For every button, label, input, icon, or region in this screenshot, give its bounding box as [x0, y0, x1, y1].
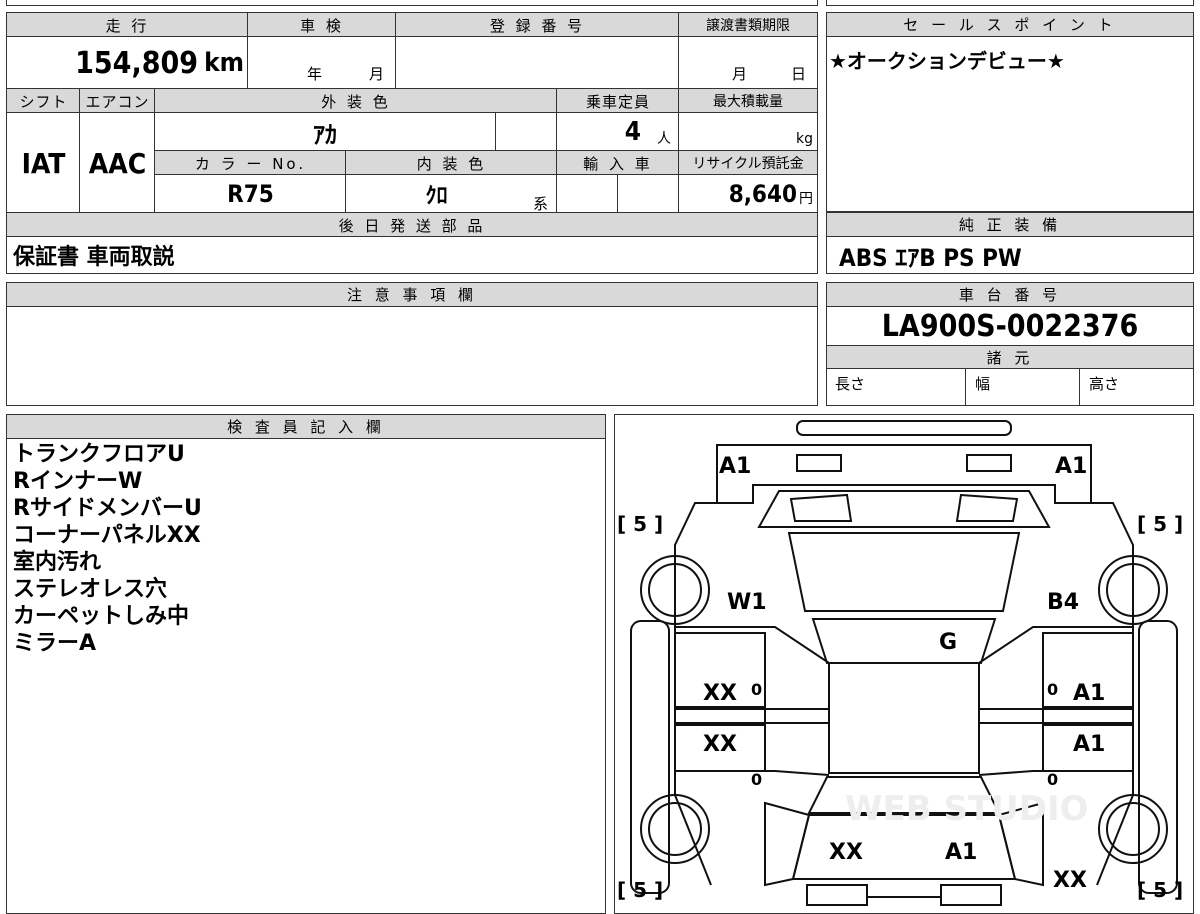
inspector-line: RインナーW — [13, 469, 143, 494]
spec-length: 長さ — [835, 375, 866, 393]
recycle-label: リサイクル預託金 — [679, 151, 817, 175]
spec-height: 高さ — [1089, 375, 1120, 393]
later-shipping-value: 保証書 車両取説 — [13, 245, 175, 270]
capacity-value-cell: 4 人 — [557, 113, 679, 151]
recycle-value-cell: 8,640 円 — [679, 175, 817, 213]
inspector-label: 検 査 員 記 入 欄 — [7, 415, 605, 439]
mark-rear-center-left: XX — [829, 840, 863, 865]
mark-rear-right-corner: XX — [1053, 868, 1087, 893]
exterior-color-value: ｱｶ — [313, 120, 337, 149]
mileage-label: 走 行 — [7, 13, 248, 37]
interior-color-value: ｸﾛ — [425, 184, 448, 209]
mark-front-right: A1 — [1055, 454, 1087, 479]
mark-tire-fr: [ 5 ] — [1137, 512, 1183, 536]
capacity-unit: 人 — [657, 131, 671, 147]
car-diagram: WEB STUDIO A1 A1 [ 5 ] [ 5 ] W1 B4 G XX … — [617, 420, 1183, 906]
notes-label: 注 意 事 項 欄 — [7, 283, 817, 307]
genuine-equipment-panel: 純 正 装 備 ABS ｴｱB PS PW — [826, 212, 1194, 274]
mileage-unit: km — [204, 48, 244, 78]
top-cropped-strip — [6, 0, 818, 6]
genuine-equipment-label: 純 正 装 備 — [827, 213, 1193, 237]
mark-left-fender: W1 — [727, 590, 767, 615]
mileage-value-cell: 154,809 km — [7, 37, 248, 89]
mileage-value: 154,809 — [75, 45, 199, 81]
inspector-line: 室内汚れ — [13, 550, 102, 575]
mark-tire-fl: [ 5 ] — [617, 512, 663, 536]
inspector-line: トランクフロアU — [13, 442, 185, 467]
color-no-label: カ ラ ー No. — [155, 151, 346, 175]
transfer-day: 日 — [791, 65, 807, 83]
mark-rear-door-left: XX — [703, 732, 737, 757]
mark-front-door-right-zero: 0 — [1047, 680, 1058, 699]
import-label: 輸 入 車 — [557, 151, 679, 175]
genuine-equipment-value: ABS ｴｱB PS PW — [839, 243, 1022, 272]
inspector-lines: トランクフロアU RインナーW RサイドメンバーU コーナーパネルXX 室内汚れ… — [13, 441, 202, 657]
inspection-month: 月 — [369, 65, 385, 83]
mark-right-fender: B4 — [1047, 590, 1079, 615]
watermark: WEB STUDIO — [845, 789, 1089, 829]
inspector-line: RサイドメンバーU — [13, 496, 202, 521]
notes-panel: 注 意 事 項 欄 — [6, 282, 818, 406]
capacity-value: 4 — [624, 117, 641, 147]
later-shipping-label: 後 日 発 送 部 品 — [7, 213, 817, 237]
transfer-month: 月 — [732, 65, 748, 83]
spec-width: 幅 — [975, 375, 991, 393]
sales-point-value: ★オークションデビュー★ — [829, 49, 1065, 73]
mark-rear-door-left-zero: 0 — [751, 770, 762, 789]
interior-color-suffix: 系 — [533, 195, 549, 213]
sales-point-panel: セ ー ル ス ポ イ ン ト ★オークションデビュー★ — [826, 12, 1194, 212]
chassis-label: 車 台 番 号 — [827, 283, 1193, 307]
max-load-label: 最大積載量 — [679, 89, 817, 113]
mark-rear-door-right: A1 — [1073, 732, 1105, 757]
recycle-value: 8,640 — [728, 180, 797, 208]
inspector-line: カーペットしみ中 — [13, 604, 190, 629]
recycle-unit: 円 — [799, 191, 813, 207]
inspection-label: 車 検 — [248, 13, 396, 37]
car-diagram-panel: WEB STUDIO A1 A1 [ 5 ] [ 5 ] W1 B4 G XX … — [614, 414, 1194, 914]
sales-point-label: セ ー ル ス ポ イ ン ト — [827, 13, 1193, 37]
max-load-unit: kg — [796, 131, 813, 147]
mark-tire-rr: [ 5 ] — [1137, 878, 1183, 902]
shift-label: シフト — [7, 89, 80, 113]
color-no-value: R75 — [227, 180, 274, 208]
mark-rear-center-right: A1 — [945, 840, 977, 865]
inspector-panel: 検 査 員 記 入 欄 トランクフロアU RインナーW RサイドメンバーU コー… — [6, 414, 606, 914]
inspection-year: 年 — [307, 65, 323, 83]
mark-rear-door-right-zero: 0 — [1047, 770, 1058, 789]
inspector-line: コーナーパネルXX — [13, 523, 201, 548]
mark-tire-rl: [ 5 ] — [617, 878, 663, 902]
transfer-deadline-label: 譲渡書類期限 — [679, 13, 817, 37]
exterior-color-label: 外 装 色 — [155, 89, 557, 113]
inspector-line: ミラーA — [13, 631, 97, 656]
shift-value: IAT — [21, 146, 66, 180]
capacity-label: 乗車定員 — [557, 89, 679, 113]
specs-label: 諸 元 — [827, 345, 1193, 369]
chassis-panel: 車 台 番 号 LA900S-0022376 諸 元 長さ 幅 高さ — [826, 282, 1194, 406]
mark-front-door-right: A1 — [1073, 681, 1105, 706]
top-cropped-strip-right — [826, 0, 1194, 6]
aircon-value: AAC — [88, 146, 147, 180]
inspector-line: ステレオレス穴 — [13, 577, 168, 602]
mark-front-left: A1 — [719, 454, 751, 479]
chassis-value: LA900S-0022376 — [881, 308, 1139, 344]
vehicle-info-table: 走 行 車 検 登 録 番 号 譲渡書類期限 154,809 km 年 月 月 … — [6, 12, 818, 274]
aircon-label: エアコン — [80, 89, 155, 113]
interior-color-label: 内 装 色 — [346, 151, 557, 175]
mark-front-door-left-zero: 0 — [751, 680, 762, 699]
mark-roof: G — [939, 630, 957, 655]
mark-front-door-left: XX — [703, 681, 737, 706]
registration-label: 登 録 番 号 — [396, 13, 679, 37]
